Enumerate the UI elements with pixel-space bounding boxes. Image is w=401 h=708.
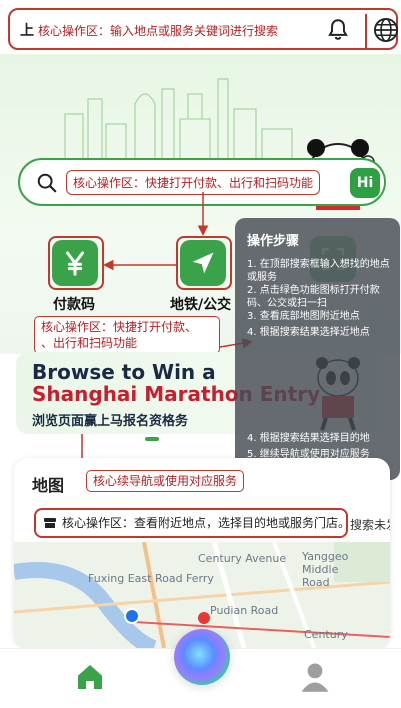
step-item: 4. 根据搜索结果选择近地点: [247, 327, 370, 338]
home-icon[interactable]: [74, 661, 106, 693]
map-place-label: Century: [304, 628, 348, 641]
map-place-label: Pudian Road: [210, 604, 279, 617]
functions-annotation-line1: 核心操作区：快捷打开付款、: [41, 320, 198, 334]
payment-code-label: 付款码: [53, 297, 95, 313]
steps-title: 操作步骤: [247, 234, 300, 249]
banner-line3: 浏览页面赢上马报名资格务: [32, 414, 189, 429]
send-arrow-icon: [192, 252, 214, 274]
bottom-navigation: [0, 629, 401, 708]
functions-annotation: 核心操作区：快捷打开付款、 、出行和扫码功能: [34, 316, 220, 355]
nearby-places-bar[interactable]: 核心操作区：查看附近地点，选择目的地或服务门店。: [34, 508, 351, 538]
assistant-orb-button[interactable]: [174, 629, 230, 685]
profile-icon[interactable]: [300, 661, 330, 693]
metro-bus-button[interactable]: [176, 236, 234, 294]
nearby-places-label: 核心操作区：查看附近地点，选择目的地或服务门店。: [62, 516, 351, 530]
payment-code-button[interactable]: [48, 236, 106, 294]
metro-bus-label: 地铁/公交: [170, 297, 232, 313]
yen-icon: [66, 251, 84, 276]
map-title: 地图: [32, 476, 65, 495]
step-item: 3. 查看底部地图附近地点: [247, 311, 360, 322]
map-annotation: 核心续导航或使用对应服务: [86, 470, 245, 493]
step-item: 1. 在顶部搜索框输入想找的地点或服务: [247, 259, 390, 283]
banner-line1: Browse to Win a: [32, 360, 216, 384]
step-item: 2. 点击绿色功能图标打开付款码、公交或扫一扫: [247, 285, 380, 309]
steps-overlay: 操作步骤 1. 在顶部搜索框输入想找的地点或服务 2. 点击绿色功能图标打开付款…: [235, 218, 400, 480]
banner-pagination: [145, 426, 159, 445]
map-place-label: Yanggeo Middle Road: [302, 550, 349, 589]
map-place-label: Fuxing East Road Ferry: [88, 572, 214, 585]
map-place-label: Century Avenue: [198, 552, 287, 565]
map-card[interactable]: 地图 核心续导航或使用对应服务 核心操作区：查看附近地点，选择目的地或服务门店。…: [14, 458, 390, 648]
metro-station-icon: [198, 612, 210, 624]
step-item: 4. 根据搜索结果选择目的地: [247, 433, 370, 444]
functions-annotation-line2: 、出行和扫码功能: [41, 336, 138, 351]
current-location-icon: [124, 608, 140, 624]
search-not-found-text: 搜索未发: [350, 518, 390, 532]
store-icon: [44, 518, 56, 528]
